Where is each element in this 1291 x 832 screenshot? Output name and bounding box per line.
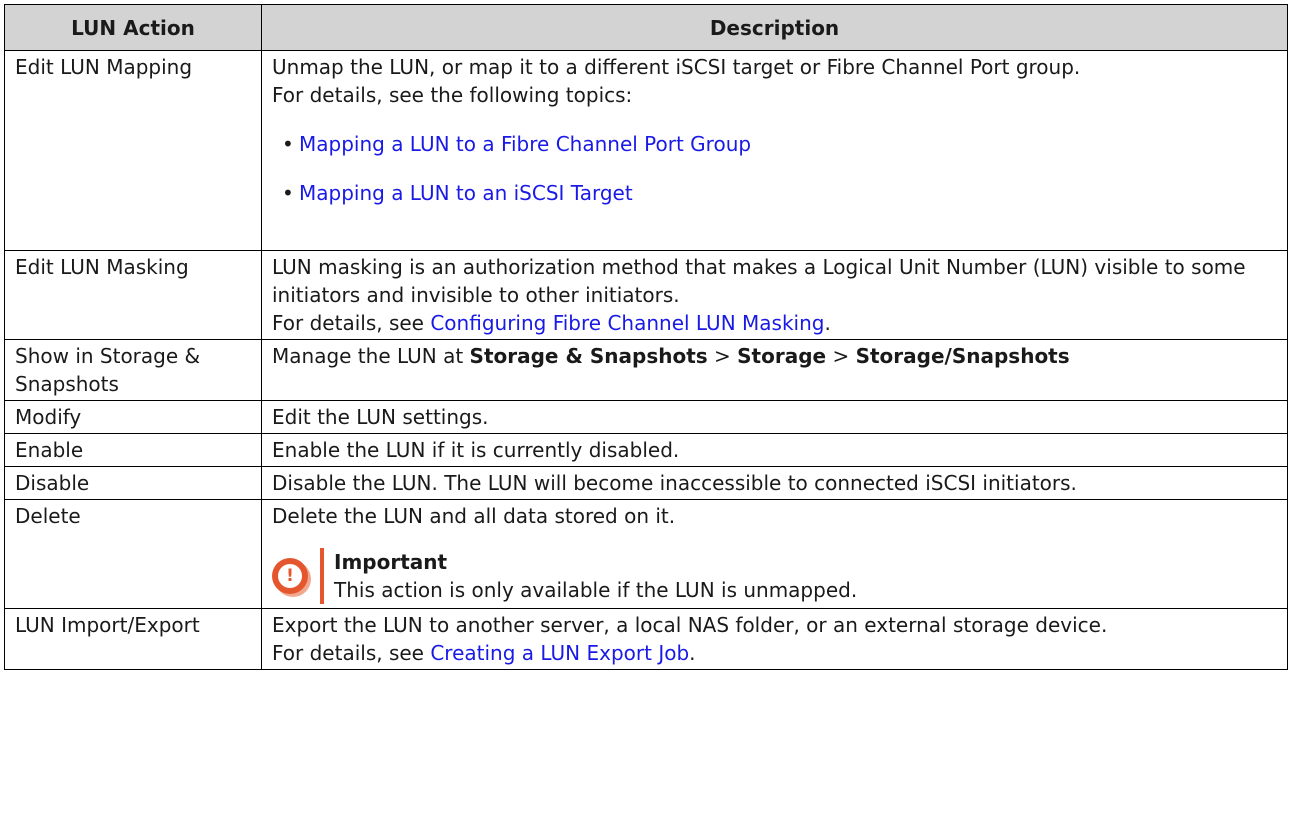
period: . — [824, 311, 831, 335]
link-lun-masking[interactable]: Configuring Fibre Channel LUN Masking — [430, 311, 824, 335]
table-row: Show in Storage & Snapshots Manage the L… — [4, 339, 1288, 401]
note-title: Important — [334, 550, 448, 574]
path-storage-snapshots: Storage & Snapshots — [469, 344, 708, 368]
description-cell: Edit the LUN settings. — [261, 400, 1288, 434]
description-text: For details, see Configuring Fibre Chann… — [272, 309, 1280, 337]
note-body: Important This action is only available … — [334, 548, 857, 604]
link-lun-export-job[interactable]: Creating a LUN Export Job — [430, 641, 689, 665]
description-text: Delete the LUN and all data stored on it… — [272, 504, 676, 528]
description-cell: Enable the LUN if it is currently disabl… — [261, 433, 1288, 467]
link-iscsi-target[interactable]: Mapping a LUN to an iSCSI Target — [299, 181, 633, 205]
description-text: Unmap the LUN, or map it to a different … — [272, 55, 1081, 79]
description-cell: Delete the LUN and all data stored on it… — [261, 499, 1288, 609]
action-cell: Edit LUN Masking — [4, 250, 262, 340]
action-cell: Modify — [4, 400, 262, 434]
description-text: Export the LUN to another server, a loca… — [272, 613, 1108, 637]
description-text: For details, see the following topics: — [272, 83, 633, 107]
description-cell: Manage the LUN at Storage & Snapshots > … — [261, 339, 1288, 401]
action-cell: Disable — [4, 466, 262, 500]
description-cell: Disable the LUN. The LUN will become ina… — [261, 466, 1288, 500]
note-text: This action is only available if the LUN… — [334, 578, 858, 602]
list-item: • Mapping a LUN to a Fibre Channel Port G… — [282, 130, 1280, 158]
action-cell: Enable — [4, 433, 262, 467]
path-separator: > — [707, 344, 738, 368]
table-row: Modify Edit the LUN settings. — [4, 400, 1288, 434]
details-prefix: For details, see — [272, 311, 431, 335]
path-storage: Storage — [737, 344, 827, 368]
table-header-row: LUN Action Description — [4, 4, 1288, 51]
bullet: • — [282, 181, 294, 205]
link-fc-port-group[interactable]: Mapping a LUN to a Fibre Channel Port Gr… — [299, 132, 751, 156]
description-text: For details, see Creating a LUN Export J… — [272, 639, 1280, 667]
description-prefix: Manage the LUN at — [272, 344, 470, 368]
path-separator: > — [826, 344, 856, 368]
action-cell: Edit LUN Mapping — [4, 50, 262, 251]
table-row: LUN Import/Export Export the LUN to anot… — [4, 608, 1288, 670]
table-row: Edit LUN Masking LUN masking is an autho… — [4, 250, 1288, 340]
action-cell: Delete — [4, 499, 262, 609]
bullet: • — [282, 132, 294, 156]
list-item: • Mapping a LUN to an iSCSI Target — [282, 179, 1280, 207]
description-cell: LUN masking is an authorization method t… — [261, 250, 1288, 340]
period: . — [689, 641, 696, 665]
description-cell: Export the LUN to another server, a loca… — [261, 608, 1288, 670]
table-row: Edit LUN Mapping Unmap the LUN, or map i… — [4, 50, 1288, 251]
important-icon: ! — [272, 558, 308, 594]
important-note: ! Important This action is only availabl… — [272, 548, 1280, 604]
topic-list: • Mapping a LUN to a Fibre Channel Port G… — [272, 130, 1280, 207]
table-row: Enable Enable the LUN if it is currently… — [4, 433, 1288, 467]
action-cell: Show in Storage & Snapshots — [4, 339, 262, 401]
details-prefix: For details, see — [272, 641, 431, 665]
exclamation-glyph: ! — [278, 564, 302, 588]
table-row: Disable Disable the LUN. The LUN will be… — [4, 466, 1288, 500]
note-divider — [320, 548, 324, 604]
description-cell: Unmap the LUN, or map it to a different … — [261, 50, 1288, 251]
header-lun-action: LUN Action — [4, 4, 262, 51]
table-row: Delete Delete the LUN and all data store… — [4, 499, 1288, 609]
lun-actions-table: LUN Action Description Edit LUN Mapping … — [4, 4, 1288, 670]
header-description: Description — [261, 4, 1288, 51]
path-storage-snapshots-page: Storage/Snapshots — [855, 344, 1070, 368]
description-text: LUN masking is an authorization method t… — [272, 255, 1246, 307]
action-cell: LUN Import/Export — [4, 608, 262, 670]
